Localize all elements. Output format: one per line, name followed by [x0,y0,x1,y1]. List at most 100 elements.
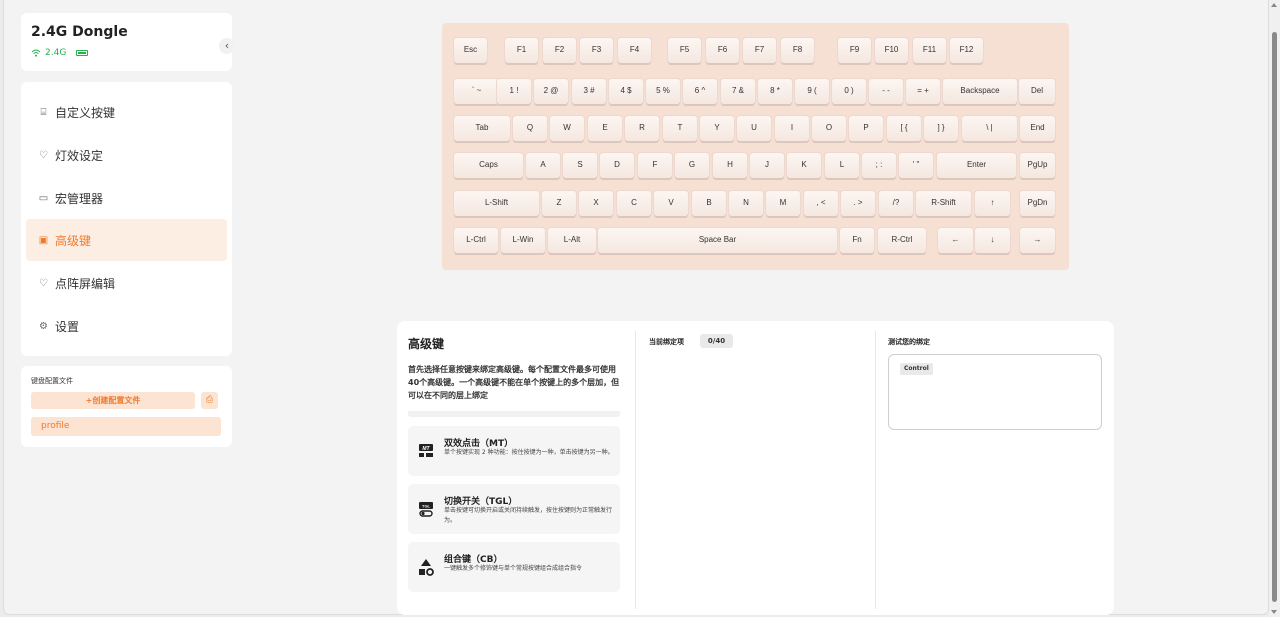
key[interactable]: Y [700,116,734,141]
key[interactable]: L-Ctrl [454,228,498,253]
key[interactable]: R [625,116,659,141]
key[interactable]: 3 # [572,79,606,104]
key[interactable]: H [713,153,747,178]
profile-item[interactable]: profile [31,417,221,436]
key[interactable]: F12 [950,38,983,63]
key[interactable]: U [737,116,771,141]
key[interactable]: J [750,153,784,178]
collapse-sidebar-button[interactable]: ‹ [219,38,235,54]
key[interactable]: V [654,191,688,216]
key[interactable]: F5 [668,38,701,63]
key[interactable]: PgDn [1020,191,1055,216]
key[interactable]: [ { [887,116,921,141]
key[interactable]: . > [841,191,875,216]
sidebar-item-matrix[interactable]: ♡ 点阵屏编辑 [26,262,227,304]
key[interactable]: PgUp [1020,153,1055,178]
key[interactable]: F9 [838,38,871,63]
key[interactable]: ← [938,228,973,253]
page-scrollbar[interactable] [1269,0,1280,617]
key[interactable]: Esc [454,38,487,63]
key[interactable]: , < [804,191,838,216]
key[interactable]: F2 [543,38,576,63]
key[interactable]: Enter [937,153,1016,178]
key[interactable]: L-Win [501,228,545,253]
key[interactable]: F11 [913,38,946,63]
sidebar-item-macro[interactable]: ▭ 宏管理器 [26,177,227,219]
key[interactable]: R-Shift [916,191,971,216]
key[interactable]: 9 ( [795,79,829,104]
key[interactable]: ` ~ [454,79,499,104]
key[interactable]: Tab [454,116,510,141]
scroll-up-icon[interactable] [1271,3,1277,7]
test-binding-area[interactable]: Control [888,354,1102,430]
key[interactable]: Z [542,191,576,216]
key[interactable]: P [849,116,883,141]
key[interactable]: Fn [840,228,874,253]
import-icon[interactable]: ⎙ [201,392,218,409]
key[interactable]: D [600,153,634,178]
sidebar-item-advanced[interactable]: ▣ 高级键 [26,219,227,261]
key[interactable]: Q [513,116,547,141]
key[interactable]: F4 [618,38,651,63]
svg-text:TGL: TGL [422,504,431,509]
key[interactable]: 8 * [758,79,792,104]
key[interactable]: F6 [706,38,739,63]
key[interactable]: ; : [862,153,896,178]
key[interactable]: O [812,116,846,141]
mode-card-mt[interactable]: MT 双效点击（MT） 单个按键实现 2 种功能：按住按键为一种，单击按键为另一… [408,426,620,476]
key[interactable]: End [1020,116,1055,141]
key[interactable]: 0 ) [832,79,866,104]
key[interactable]: /? [879,191,913,216]
key[interactable]: L-Alt [548,228,596,253]
key[interactable]: M [766,191,800,216]
key[interactable]: L [825,153,859,178]
key[interactable]: Space Bar [598,228,837,253]
mode-card-cb[interactable]: 组合键（CB） 一键触发多个修饰键与单个常规按键组合成组合指令 [408,542,620,592]
key[interactable]: ] } [924,116,958,141]
key[interactable]: → [1020,228,1055,253]
mode-card-tgl[interactable]: TGL 切换开关（TGL） 单击按键可切换开启或关闭持续触发，按住按键则为正常触… [408,484,620,534]
key[interactable]: 5 % [646,79,680,104]
key[interactable]: F8 [781,38,814,63]
key[interactable]: I [775,116,809,141]
key[interactable]: R-Ctrl [878,228,926,253]
create-profile-button[interactable]: +创建配置文件 [31,392,195,409]
key[interactable]: X [579,191,613,216]
key[interactable]: S [563,153,597,178]
key[interactable]: ↑ [975,191,1010,216]
key[interactable]: Backspace [943,79,1017,104]
scrollbar-thumb[interactable] [1272,32,1277,602]
sidebar-item-keyboard[interactable]: ⌸ 自定义按键 [26,91,227,133]
key[interactable]: G [675,153,709,178]
key[interactable]: 7 & [721,79,755,104]
key[interactable]: C [617,191,651,216]
key[interactable]: W [550,116,584,141]
key[interactable]: F3 [580,38,613,63]
key[interactable]: - - [869,79,903,104]
key[interactable]: \ | [962,116,1017,141]
key[interactable]: A [526,153,560,178]
device-title: 2.4G Dongle [31,24,128,40]
key[interactable]: B [692,191,726,216]
key[interactable]: F7 [743,38,776,63]
key[interactable]: N [729,191,763,216]
key[interactable]: 6 ^ [683,79,717,104]
key[interactable]: F1 [505,38,538,63]
key[interactable]: Del [1019,79,1055,104]
sidebar-item-gear[interactable]: ⚙ 设置 [26,305,227,347]
key[interactable]: ' " [899,153,933,178]
key[interactable]: ↓ [975,228,1010,253]
key[interactable]: E [588,116,622,141]
key[interactable]: 4 $ [609,79,643,104]
key[interactable]: 2 @ [534,79,568,104]
key[interactable]: = + [906,79,940,104]
key[interactable]: K [787,153,821,178]
key[interactable]: T [663,116,697,141]
scroll-down-icon[interactable] [1271,610,1277,614]
key[interactable]: F10 [875,38,908,63]
key[interactable]: F [638,153,672,178]
sidebar-item-bulb[interactable]: ♡ 灯效设定 [26,134,227,176]
key[interactable]: 1 ! [497,79,531,104]
key[interactable]: Caps [454,153,523,178]
key[interactable]: L-Shift [454,191,539,216]
